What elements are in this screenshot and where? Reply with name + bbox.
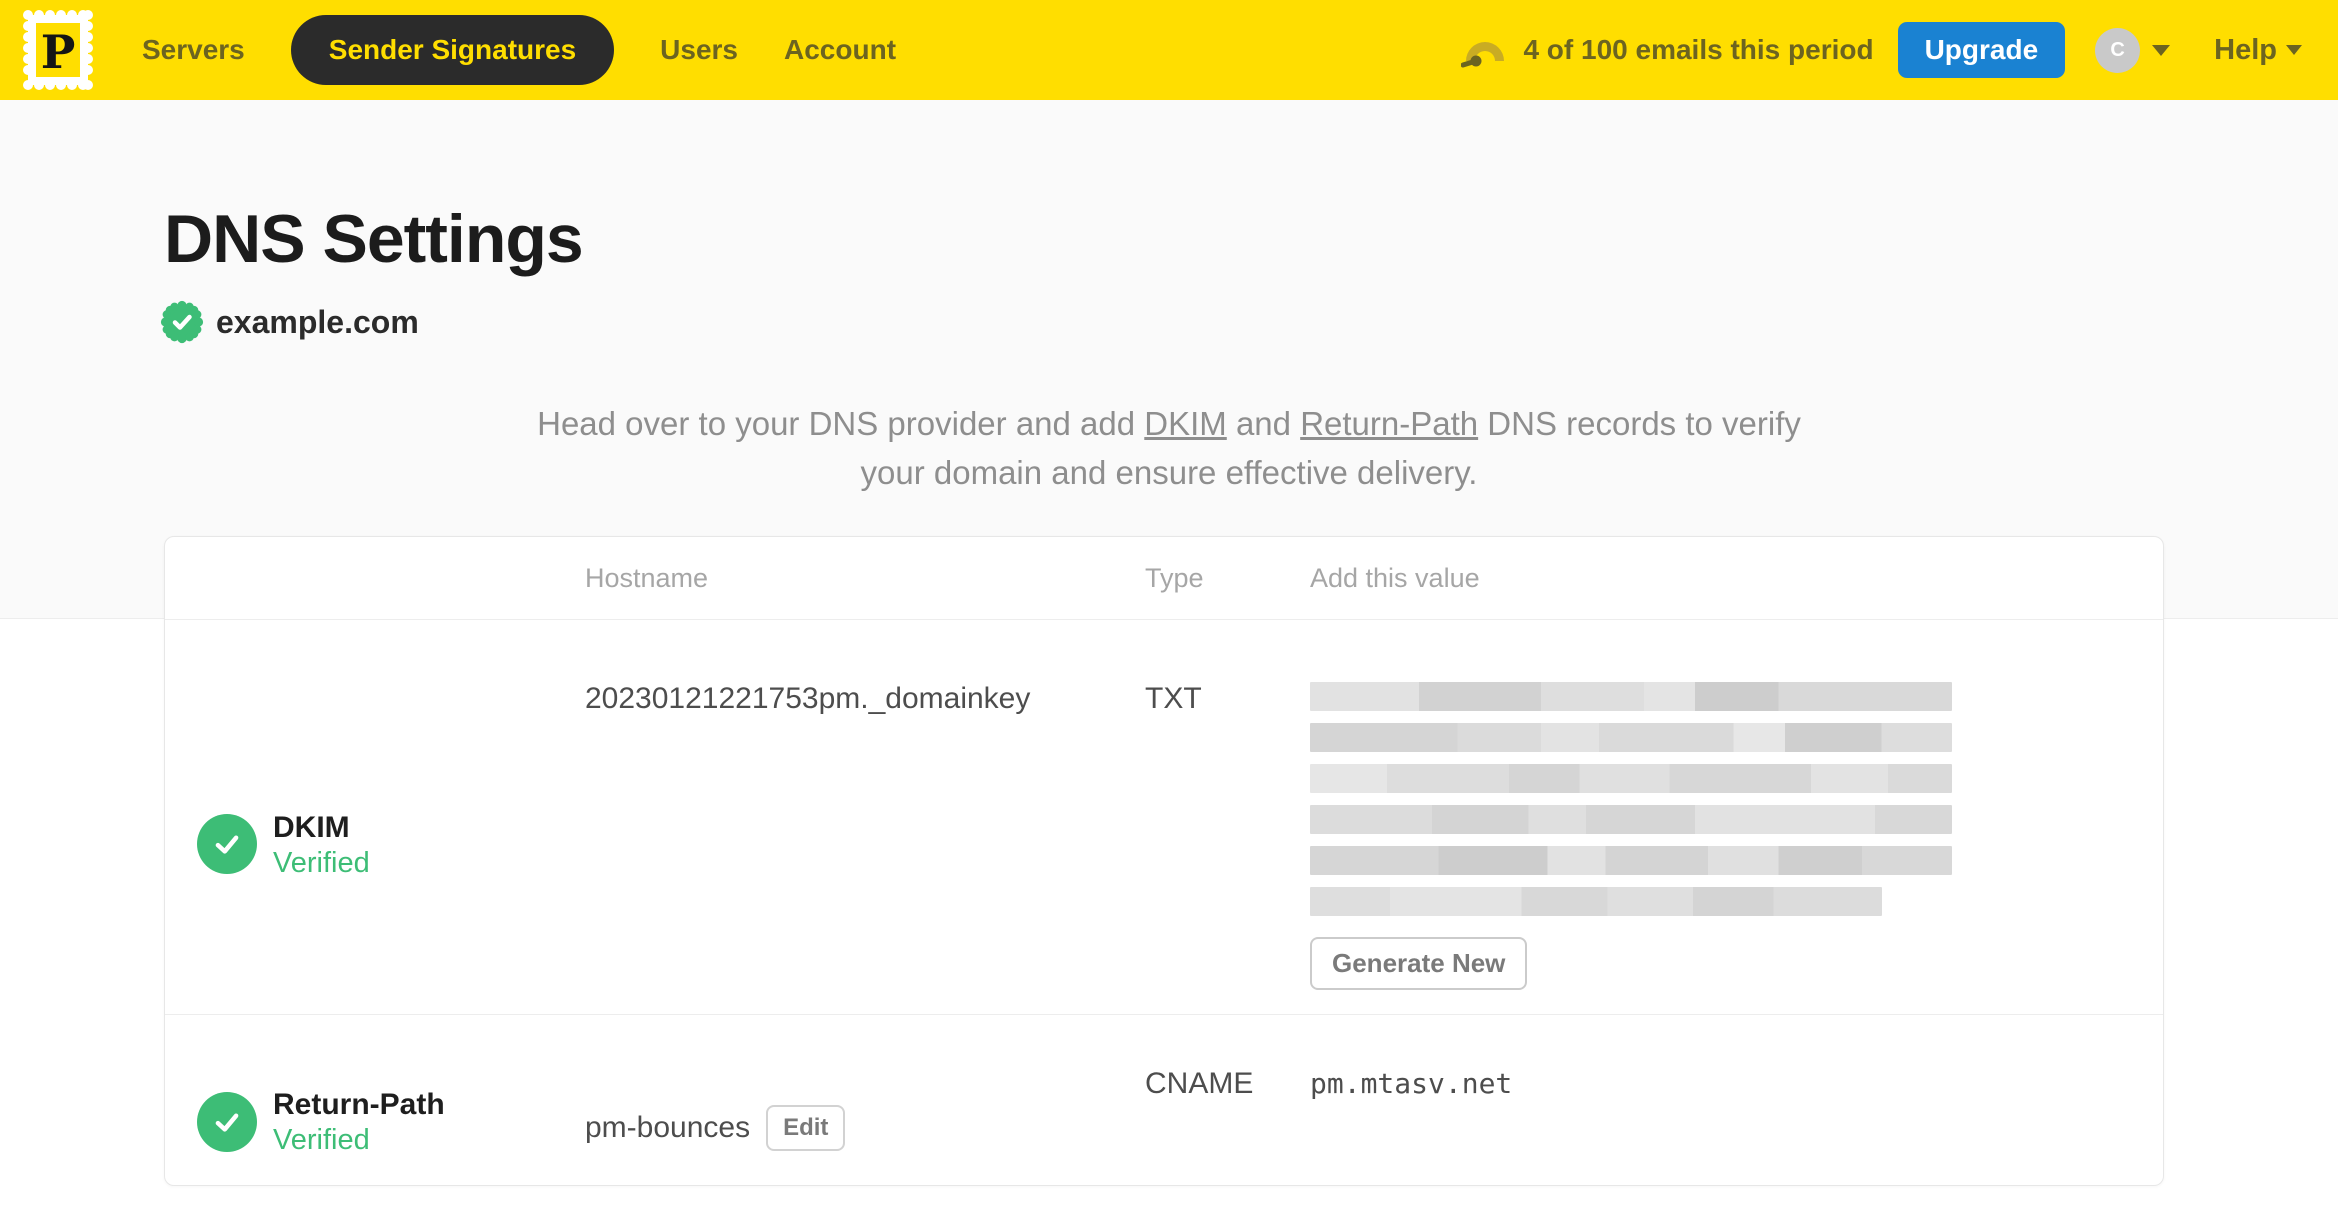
- table-row-dkim: DKIM Verified 20230121221753pm._domainke…: [165, 620, 2163, 1014]
- dkim-verified-check-icon: [197, 814, 257, 874]
- dkim-status: DKIM Verified: [165, 620, 585, 1014]
- nav-item-servers[interactable]: Servers: [142, 34, 245, 66]
- table-row-return-path: Return-Path Verified pm-bounces Edit CNA…: [165, 1014, 2163, 1186]
- help-chevron-down-icon[interactable]: [2286, 45, 2302, 55]
- table-header: Hostname Type Add this value: [165, 537, 2163, 620]
- edit-button[interactable]: Edit: [766, 1104, 846, 1151]
- record-status: Verified: [273, 1124, 370, 1156]
- postmark-logo-icon[interactable]: P: [22, 9, 94, 91]
- redacted-line: [1310, 887, 1882, 916]
- dkim-type: TXT: [1145, 682, 1202, 715]
- domain-name: example.com: [216, 303, 419, 340]
- dkim-hostname: 20230121221753pm._domainkey: [585, 682, 1031, 715]
- return-path-value: pm.mtasv.net: [1310, 1067, 1513, 1100]
- return-path-link[interactable]: Return-Path: [1300, 405, 1478, 442]
- nav-item-account[interactable]: Account: [784, 34, 896, 66]
- record-name: DKIM: [273, 810, 350, 844]
- return-path-type: CNAME: [1145, 1067, 1254, 1100]
- dkim-value-cell: Generate New: [1310, 620, 2163, 1014]
- upgrade-button[interactable]: Upgrade: [1897, 22, 2066, 78]
- redacted-line: [1310, 846, 1952, 875]
- header-hostname: Hostname: [585, 562, 709, 593]
- logo-letter: P: [41, 25, 76, 79]
- return-path-hostname: pm-bounces: [585, 1110, 751, 1144]
- primary-nav: Servers Sender Signatures Users Account: [142, 15, 896, 85]
- verified-domain: example.com: [160, 300, 419, 344]
- top-navbar: P Servers Sender Signatures Users Accoun…: [0, 0, 2338, 100]
- nav-item-sender-signatures[interactable]: Sender Signatures: [290, 15, 615, 85]
- record-name: Return-Path: [273, 1088, 445, 1121]
- dkim-value-redacted: [1310, 682, 1952, 916]
- account-chevron-down-icon[interactable]: [2152, 44, 2171, 56]
- intro-text: Head over to your DNS provider and add D…: [519, 399, 1819, 497]
- header-spacer: [165, 537, 585, 619]
- verified-seal-icon: [160, 300, 204, 344]
- help-menu[interactable]: Help: [2214, 34, 2277, 67]
- user-avatar[interactable]: C: [2095, 27, 2141, 73]
- intro-middle: and: [1226, 405, 1301, 442]
- usage-counter: 4 of 100 emails this period: [1523, 34, 1874, 65]
- redacted-line: [1310, 723, 1952, 752]
- header-type: Type: [1145, 562, 1204, 593]
- dns-records-card: Hostname Type Add this value DKIM Verifi…: [164, 536, 2164, 1186]
- page-title: DNS Settings: [164, 201, 584, 277]
- intro-before: Head over to your DNS provider and add: [537, 405, 1145, 442]
- generate-new-button[interactable]: Generate New: [1310, 937, 1528, 990]
- redacted-line: [1310, 764, 1952, 793]
- dkim-link[interactable]: DKIM: [1144, 405, 1227, 442]
- redacted-line: [1310, 805, 1952, 834]
- nav-item-users[interactable]: Users: [660, 34, 738, 66]
- record-status: Verified: [273, 846, 370, 879]
- usage-gauge-icon: [1461, 42, 1505, 68]
- return-path-hostname-cell: pm-bounces Edit: [585, 1015, 1145, 1186]
- navbar-right: 4 of 100 emails this period Upgrade C He…: [1461, 22, 2302, 78]
- redacted-line: [1310, 682, 1952, 711]
- return-path-status: Return-Path Verified: [165, 1015, 585, 1186]
- header-value: Add this value: [1310, 562, 1480, 593]
- return-path-verified-check-icon: [197, 1091, 257, 1152]
